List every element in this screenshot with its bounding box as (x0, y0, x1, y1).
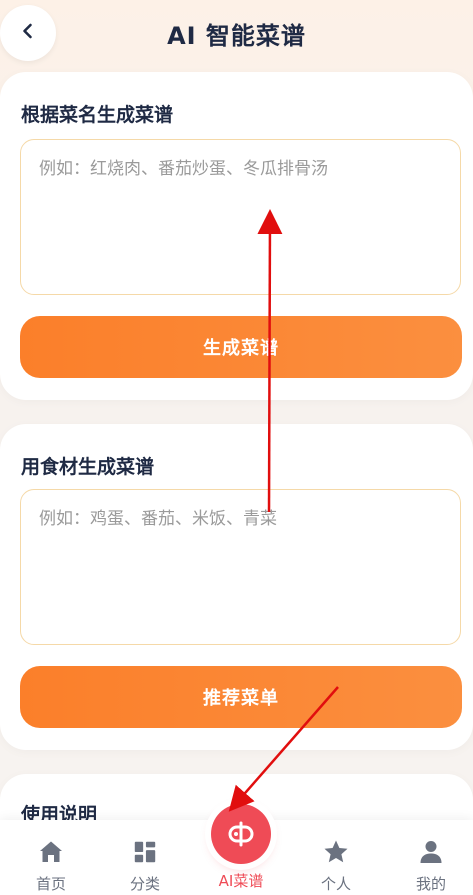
star-icon (322, 838, 350, 866)
nav-label-personal: 个人 (320, 875, 351, 893)
grid-icon (131, 838, 159, 866)
ingredients-card: 用食材生成菜谱 推荐菜单 (0, 424, 473, 750)
home-icon (37, 838, 65, 866)
page: AI 智能菜谱 根据菜名生成菜谱 生成菜谱 用食材生成菜谱 推荐菜单 使用说明 … (0, 0, 473, 895)
user-icon (417, 838, 445, 866)
nav-label-home: 首页 (35, 875, 66, 893)
dish-name-input[interactable] (20, 139, 461, 295)
nav-label-category: 分类 (129, 875, 160, 893)
ingredients-input[interactable] (20, 489, 461, 645)
nav-item-personal[interactable]: 个人 (289, 820, 383, 895)
bottom-nav: 首页 分类 AI菜谱 个人 我的 (0, 804, 473, 895)
nav-item-home[interactable]: 首页 (4, 820, 98, 895)
ingredients-section-title: 用食材生成菜谱 (21, 456, 155, 478)
ai-chef-icon (211, 804, 271, 864)
nav-item-mine[interactable]: 我的 (384, 820, 473, 895)
nav-item-category[interactable]: 分类 (98, 820, 192, 895)
dish-name-card: 根据菜名生成菜谱 生成菜谱 (0, 72, 473, 400)
nav-item-ai-recipe[interactable]: AI菜谱 (188, 804, 294, 895)
recommend-menu-button[interactable]: 推荐菜单 (20, 666, 462, 728)
nav-label-mine: 我的 (415, 875, 446, 893)
nav-label-ai-recipe: AI菜谱 (218, 872, 264, 890)
generate-recipe-button[interactable]: 生成菜谱 (20, 316, 462, 378)
header: AI 智能菜谱 (0, 0, 473, 72)
dish-name-section-title: 根据菜名生成菜谱 (21, 104, 174, 126)
page-title: AI 智能菜谱 (167, 22, 306, 50)
